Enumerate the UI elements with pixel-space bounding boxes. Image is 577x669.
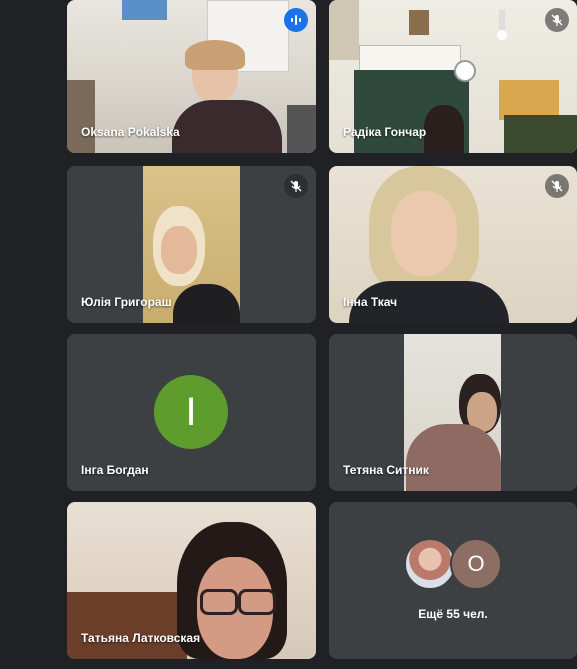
avatar: I — [154, 375, 228, 449]
participant-tile-inha-bohdan[interactable]: I Інга Богдан — [67, 334, 316, 491]
participant-name: Тетяна Ситник — [343, 463, 429, 477]
participant-name: Юлія Григораш — [81, 295, 172, 309]
speaking-indicator-icon — [284, 8, 308, 32]
participant-avatars-group: O — [329, 538, 577, 590]
avatar-letter: O — [467, 551, 485, 576]
avatar — [404, 538, 456, 590]
more-participants-label: Ещё 55 чел. — [418, 607, 488, 621]
participant-tile-oksana-pokalska[interactable]: Oksana Pokalska — [67, 0, 316, 153]
participant-tile-tatiana-latkovskaya[interactable]: Татьяна Латковская — [67, 502, 316, 659]
mic-muted-icon — [545, 8, 569, 32]
avatar-letter: I — [185, 389, 197, 434]
participant-name: Oksana Pokalska — [81, 125, 180, 139]
more-participants-tile[interactable]: O Ещё 55 чел. — [329, 502, 577, 659]
participant-name: Інга Богдан — [81, 463, 149, 477]
participant-name: Інна Ткач — [343, 295, 398, 309]
participant-name: Радіка Гончар — [343, 125, 427, 139]
participant-tile-radika-honchar[interactable]: Радіка Гончар — [329, 0, 577, 153]
participant-tile-yuliia-hryhorash[interactable]: Юлія Григораш — [67, 166, 316, 323]
avatar: O — [450, 538, 502, 590]
mic-muted-icon — [284, 174, 308, 198]
participant-tile-inna-tkach[interactable]: Інна Ткач — [329, 166, 577, 323]
mic-muted-icon — [545, 174, 569, 198]
participant-name: Татьяна Латковская — [81, 631, 201, 645]
participant-tile-tetiana-sytnyk[interactable]: Тетяна Ситник — [329, 334, 577, 491]
